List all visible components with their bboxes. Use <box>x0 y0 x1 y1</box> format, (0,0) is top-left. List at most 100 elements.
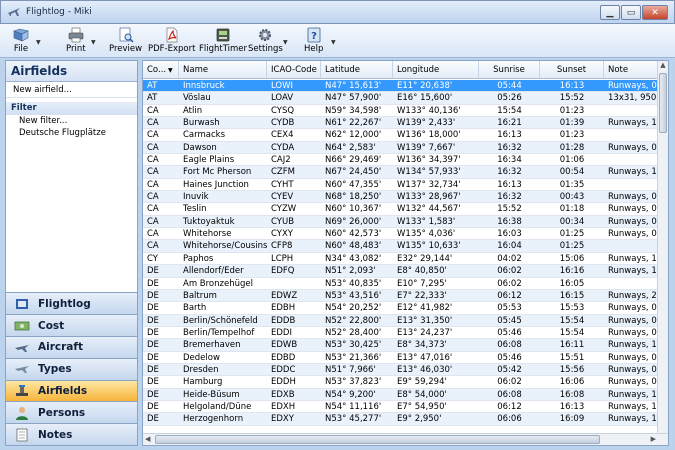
print-dropdown-icon[interactable]: ▼ <box>91 39 96 46</box>
horizontal-scroll-thumb[interactable] <box>155 435 600 444</box>
scroll-up-icon[interactable]: ▲ <box>658 61 668 72</box>
column-header-country[interactable]: Co... ▼ <box>143 61 179 78</box>
filter-item-deutsche-flugplaetze[interactable]: Deutsche Flugplätze <box>6 127 137 139</box>
table-row[interactable]: AT Vöslau LOAV N47° 57,900' E16° 15,600' 05:2… <box>143 92 664 105</box>
preview-button[interactable]: Preview <box>109 26 142 54</box>
cell-country: DE <box>147 315 159 326</box>
table-row[interactable]: CA Burwash CYDB N61° 22,267' W139° 2,433' 16:… <box>143 117 664 130</box>
gear-icon <box>256 26 274 43</box>
table-row[interactable]: CA Eagle Plains CAJ2 N66° 29,469' W136° 34,3… <box>143 154 664 167</box>
table-row[interactable]: DE Barth EDBH N54° 20,252' E12° 41,982' 05:53… <box>143 302 664 315</box>
nav-cost[interactable]: Cost <box>6 314 137 337</box>
table-row[interactable]: CA Whitehorse/Cousins CFP8 N60° 48,483' W135… <box>143 240 664 253</box>
cell-note <box>604 154 664 165</box>
nav-flightlog[interactable]: Flightlog <box>6 292 137 315</box>
nav-notes[interactable]: Notes <box>6 423 137 445</box>
cell-sunrise: 05:26 <box>497 93 522 104</box>
cell-name: Heide-Büsum <box>183 389 240 400</box>
cell-latitude: N68° 18,250' <box>325 192 382 203</box>
cell-longitude: W133° 1,583' <box>397 216 456 227</box>
help-button[interactable]: ? Help <box>304 26 323 54</box>
nav-persons[interactable]: Persons <box>6 401 137 424</box>
cell-name: Haines Junction <box>183 179 249 190</box>
settings-button[interactable]: Settings <box>248 26 283 54</box>
help-icon: ? <box>305 26 323 43</box>
table-row[interactable]: DE Helgoland/Düne EDXH N54° 11,116' E7° 54,9… <box>143 401 664 414</box>
table-row[interactable]: CA Teslin CYZW N60° 10,367' W132° 44,567' 15:… <box>143 203 664 216</box>
maximize-button[interactable]: ▭ <box>621 5 641 20</box>
table-row[interactable]: CA Carmacks CEX4 N62° 12,000' W136° 18,000' 1… <box>143 129 664 142</box>
new-airfield-link[interactable]: New airfield... <box>6 82 137 98</box>
column-header-icao-code[interactable]: ICAO-Code <box>267 61 321 78</box>
logbook-icon <box>14 296 30 312</box>
cell-name: Berlin/Tempelhof <box>183 327 255 338</box>
column-header-name[interactable]: Name <box>179 61 267 78</box>
cell-icao-code: EDDI <box>271 327 292 338</box>
table-body: AT Innsbruck LOWI N47° 15,613' E11° 20,638' 0… <box>143 80 664 426</box>
column-header-latitude[interactable]: Latitude <box>321 61 393 78</box>
table-row[interactable]: DE Berlin/Schönefeld EDDB N52° 22,800' E13° … <box>143 314 664 327</box>
column-header-sunrise[interactable]: Sunrise <box>479 61 540 78</box>
help-dropdown-icon[interactable]: ▼ <box>331 39 336 46</box>
table-row[interactable]: DE Allendorf/Eder EDFQ N51° 2,093' E8° 40,85… <box>143 265 664 278</box>
preview-icon <box>117 26 135 43</box>
cell-longitude: W137° 32,734' <box>397 179 461 190</box>
table-row[interactable]: DE Herzogenhorn EDXY N53° 45,277' E9° 2,950'… <box>143 413 664 426</box>
flight-timer-button[interactable]: FlightTimer <box>199 26 247 54</box>
vertical-scroll-thumb[interactable] <box>659 73 667 133</box>
scroll-left-icon[interactable]: ◀ <box>145 435 150 443</box>
cell-longitude: E7° 22,333' <box>397 290 447 301</box>
cell-country: DE <box>147 290 159 301</box>
file-dropdown-icon[interactable]: ▼ <box>36 39 41 46</box>
file-button[interactable]: File <box>12 26 30 54</box>
cell-name: Am Bronzehügel <box>183 278 253 289</box>
cell-longitude: W135° 10,633' <box>397 241 461 252</box>
table-row[interactable]: AT Innsbruck LOWI N47° 15,613' E11° 20,638' 0… <box>143 80 664 93</box>
horizontal-scrollbar[interactable]: ◀ ▶ <box>143 433 668 445</box>
cell-country: CA <box>147 118 159 129</box>
table-row[interactable]: DE Dedelow EDBD N53° 21,366' E13° 47,016' 05:… <box>143 352 664 364</box>
table-row[interactable]: CA Tuktoyaktuk CYUB N69° 26,000' W133° 1,583… <box>143 215 664 229</box>
table-row[interactable]: DE Am Bronzehügel N53° 40,835' E10° 7,295' 0… <box>143 278 664 290</box>
nav-types[interactable]: Types <box>6 357 137 380</box>
table-row[interactable]: DE Baltrum EDWZ N53° 43,516' E7° 22,333' 06:1… <box>143 289 664 303</box>
pdf-export-button[interactable]: PDF-Export <box>148 26 195 54</box>
close-button[interactable]: ✕ <box>642 5 668 20</box>
nav-airfields[interactable]: Airfields <box>6 379 137 402</box>
minimize-button[interactable]: ▁ <box>600 5 620 20</box>
cell-latitude: N52° 28,400' <box>325 327 382 338</box>
cell-country: CA <box>147 229 159 240</box>
nav-aircraft[interactable]: Aircraft <box>6 336 137 358</box>
table-row[interactable]: CA Haines Junction CYHT N60° 47,355' W137° 3… <box>143 179 664 192</box>
table-row[interactable]: CA Atlin CYSQ N59° 34,598' W133° 40,136' 15:5… <box>143 105 664 118</box>
column-header-sunset[interactable]: Sunset <box>540 61 604 78</box>
cell-sunrise: 06:02 <box>497 377 522 388</box>
scroll-right-icon[interactable]: ▶ <box>651 435 656 443</box>
table-row[interactable]: CA Dawson CYDA N64° 2,583' W139° 7,667' 16:32… <box>143 141 664 155</box>
table-row[interactable]: DE Heide-Büsum EDXB N54° 9,200' E8° 54,000' 0… <box>143 388 664 401</box>
new-filter-link[interactable]: New filter... <box>6 115 137 127</box>
table-row[interactable]: CA Fort Mc Pherson CZFM N67° 24,450' W134° 5… <box>143 166 664 179</box>
cell-country: AT <box>147 81 158 91</box>
airfields-table[interactable]: Co... ▼ Name ICAO-Code Latitude Longitude Sun… <box>142 60 669 446</box>
table-row[interactable]: DE Dresden EDDC N51° 7,966' E13° 46,030' 05:4… <box>143 363 664 377</box>
cell-sunrise: 06:08 <box>497 340 522 351</box>
table-row[interactable]: DE Hamburg EDDH N53° 37,823' E9° 59,294' 06:0… <box>143 376 664 389</box>
table-row[interactable]: CA Inuvik CYEV N68° 18,250' W133° 28,967' 16:… <box>143 191 664 204</box>
cell-longitude: W135° 4,036' <box>397 229 456 240</box>
cell-sunset: 16:13 <box>559 401 585 412</box>
table-row[interactable]: DE Bremerhaven EDWB N53° 30,425' E8° 34,373'… <box>143 339 664 352</box>
column-header-longitude[interactable]: Longitude <box>393 61 479 78</box>
cell-sunrise: 04:02 <box>497 253 522 264</box>
settings-dropdown-icon[interactable]: ▼ <box>283 39 288 46</box>
window-title: Flightlog - Miki <box>26 7 92 17</box>
column-header-note[interactable]: Note <box>604 61 664 78</box>
print-button[interactable]: Print <box>66 26 86 54</box>
cell-note: Runways, 09 <box>608 327 663 338</box>
table-row[interactable]: DE Berlin/Tempelhof EDDI N52° 28,400' E13° 2… <box>143 327 664 340</box>
table-row[interactable]: CA Whitehorse CYXY N60° 42,573' W135° 4,036'… <box>143 228 664 241</box>
cell-longitude: W133° 40,136' <box>397 105 461 116</box>
cell-icao-code: EDFQ <box>271 266 295 277</box>
vertical-scrollbar[interactable]: ▲ <box>657 61 668 435</box>
table-row[interactable]: CY Paphos LCPH N34° 43,082' E32° 29,144' 04:0… <box>143 253 664 266</box>
